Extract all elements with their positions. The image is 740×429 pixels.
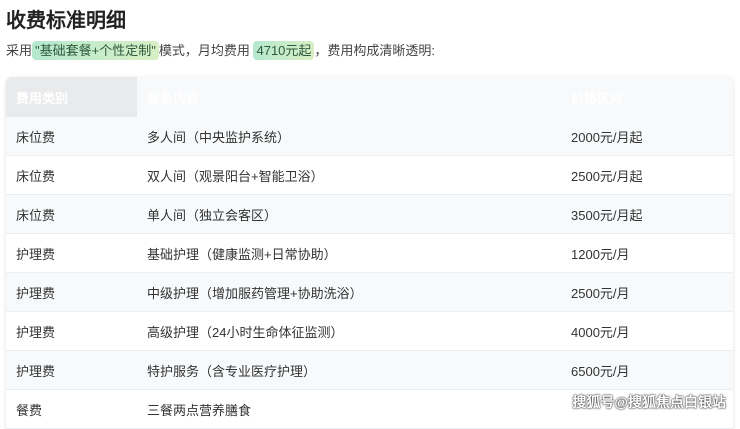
header-service: 服务内容 xyxy=(147,90,200,106)
cell-price: 4000元/月 xyxy=(571,324,630,340)
cell-price: 1200元/月 xyxy=(571,246,630,262)
table-row: 护理费 特护服务（含专业医疗护理） 6500元/月 xyxy=(6,351,733,390)
table-header: 费用类别 服务内容 价格区间 xyxy=(6,77,733,117)
header-category: 费用类别 xyxy=(6,77,137,117)
cell-category: 床位费 xyxy=(16,168,56,184)
cell-category: 护理费 xyxy=(16,363,56,379)
cell-category: 床位费 xyxy=(16,207,56,223)
table-row: 床位费 多人间（中央监护系统） 2000元/月起 xyxy=(6,117,733,156)
cell-service: 多人间（中央监护系统） xyxy=(147,129,291,145)
table-row: 护理费 基础护理（健康监测+日常协助） 1200元/月 xyxy=(6,234,733,273)
cell-service: 特护服务（含专业医疗护理） xyxy=(147,363,317,379)
cell-price: 2000元/月起 xyxy=(571,129,643,145)
table-row: 床位费 单人间（独立会客区） 3500元/月起 xyxy=(6,195,733,234)
table-row: 床位费 双人间（观景阳台+智能卫浴） 2500元/月起 xyxy=(6,156,733,195)
header-price: 价格区间 xyxy=(571,90,624,106)
intro-suffix: ，费用构成清晰透明: xyxy=(314,43,436,58)
cell-price: 2500元/月 xyxy=(571,285,630,301)
intro-text: 采用 "基础套餐+个性定制" 模式，月均费用 4710元起 ，费用构成清晰透明: xyxy=(6,40,436,60)
cell-category: 餐费 xyxy=(16,402,43,418)
intro-middle: 模式，月均费用 xyxy=(158,43,250,58)
highlight-price: 4710元起 xyxy=(253,41,315,60)
cell-service: 双人间（观景阳台+智能卫浴） xyxy=(147,168,324,184)
cell-category: 护理费 xyxy=(16,246,56,262)
highlight-package: "基础套餐+个性定制" xyxy=(32,41,159,60)
cell-price: 2500元/月起 xyxy=(571,168,643,184)
cell-service: 中级护理（增加服药管理+协助洗浴） xyxy=(147,285,363,301)
table-row: 护理费 中级护理（增加服药管理+协助洗浴） 2500元/月 xyxy=(6,273,733,312)
cell-service: 单人间（独立会客区） xyxy=(147,207,278,223)
cell-service: 基础护理（健康监测+日常协助） xyxy=(147,246,337,262)
cell-category: 护理费 xyxy=(16,285,56,301)
page-title: 收费标准明细 xyxy=(6,10,126,32)
fee-table: 费用类别 服务内容 价格区间 床位费 多人间（中央监护系统） 2000元/月起 床位费… xyxy=(6,77,733,429)
cell-category: 床位费 xyxy=(16,129,56,145)
cell-service: 三餐两点营养膳食 xyxy=(147,402,252,418)
cell-category: 护理费 xyxy=(16,324,56,340)
intro-prefix: 采用 xyxy=(6,43,33,58)
table-row: 护理费 高级护理（24小时生命体征监测） 4000元/月 xyxy=(6,312,733,351)
cell-service: 高级护理（24小时生命体征监测） xyxy=(147,324,344,340)
cell-price: 6500元/月 xyxy=(571,363,630,379)
cell-price: 3500元/月起 xyxy=(571,207,643,223)
watermark: 搜狐号@搜狐焦点白银站 xyxy=(572,394,726,410)
